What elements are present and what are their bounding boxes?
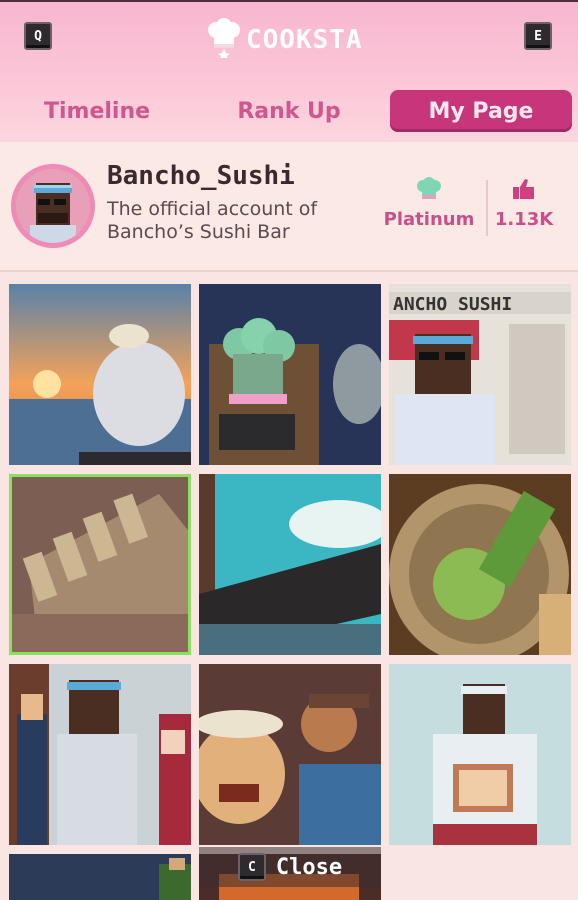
post-thumbnail[interactable] (199, 284, 381, 465)
app-header: Q COOKSTA E Timeline Rank Up My Page (0, 0, 578, 142)
tab-rank-up[interactable]: Rank Up (202, 90, 376, 132)
prev-tab-key-hint[interactable]: Q (24, 22, 52, 50)
close-button[interactable]: C Close (199, 847, 381, 887)
cooksta-logo: COOKSTA (206, 18, 363, 62)
post-thumbnail[interactable]: ANCHO SUSHI (389, 284, 571, 465)
avatar (11, 164, 95, 248)
close-key-hint: C (237, 853, 266, 881)
post-thumbnail[interactable] (199, 474, 381, 655)
chef-hat-icon (415, 177, 443, 205)
post-thumbnail[interactable] (9, 284, 191, 465)
rank-label: Platinum (383, 209, 475, 230)
post-thumbnail[interactable] (9, 664, 191, 845)
profile-card: Bancho_Sushi The official account of Ban… (0, 142, 578, 272)
profile-bio: The official account of Bancho’s Sushi B… (107, 198, 357, 244)
tab-my-page[interactable]: My Page (390, 90, 572, 132)
profile-bio-line: The official account of (107, 198, 318, 220)
post-thumbnail[interactable] (199, 664, 381, 845)
profile-bio-line: Bancho’s Sushi Bar (107, 221, 290, 243)
profile-username: Bancho_Sushi (107, 161, 295, 191)
tab-timeline[interactable]: Timeline (10, 90, 184, 132)
logo-text: COOKSTA (246, 25, 363, 55)
likes-count: 1.13K (494, 177, 554, 230)
post-thumbnail[interactable] (389, 664, 571, 845)
chef-hat-icon (206, 18, 242, 62)
close-label: Close (275, 854, 343, 880)
post-thumbnail-selected[interactable] (9, 474, 191, 655)
post-thumbnail[interactable] (389, 474, 571, 655)
likes-label: 1.13K (494, 209, 554, 230)
stat-divider (486, 180, 488, 236)
rank-badge: Platinum (380, 177, 478, 230)
next-tab-key-hint[interactable]: E (524, 22, 552, 50)
post-thumbnail[interactable] (9, 854, 191, 900)
svg-text:ANCHO SUSHI: ANCHO SUSHI (393, 294, 512, 315)
thumbs-up-icon (511, 179, 537, 205)
